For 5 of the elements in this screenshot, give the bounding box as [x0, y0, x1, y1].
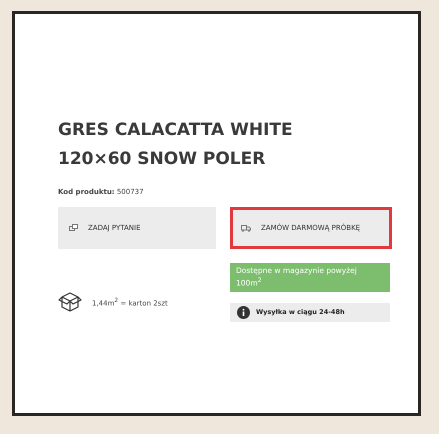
info-icon: [237, 306, 250, 318]
chat-icon: [69, 224, 78, 232]
box-icon: [58, 291, 82, 314]
truck-icon: [241, 224, 251, 232]
product-title: GRES CALACATTA WHITE 120×60 SNOW POLER: [58, 119, 294, 171]
